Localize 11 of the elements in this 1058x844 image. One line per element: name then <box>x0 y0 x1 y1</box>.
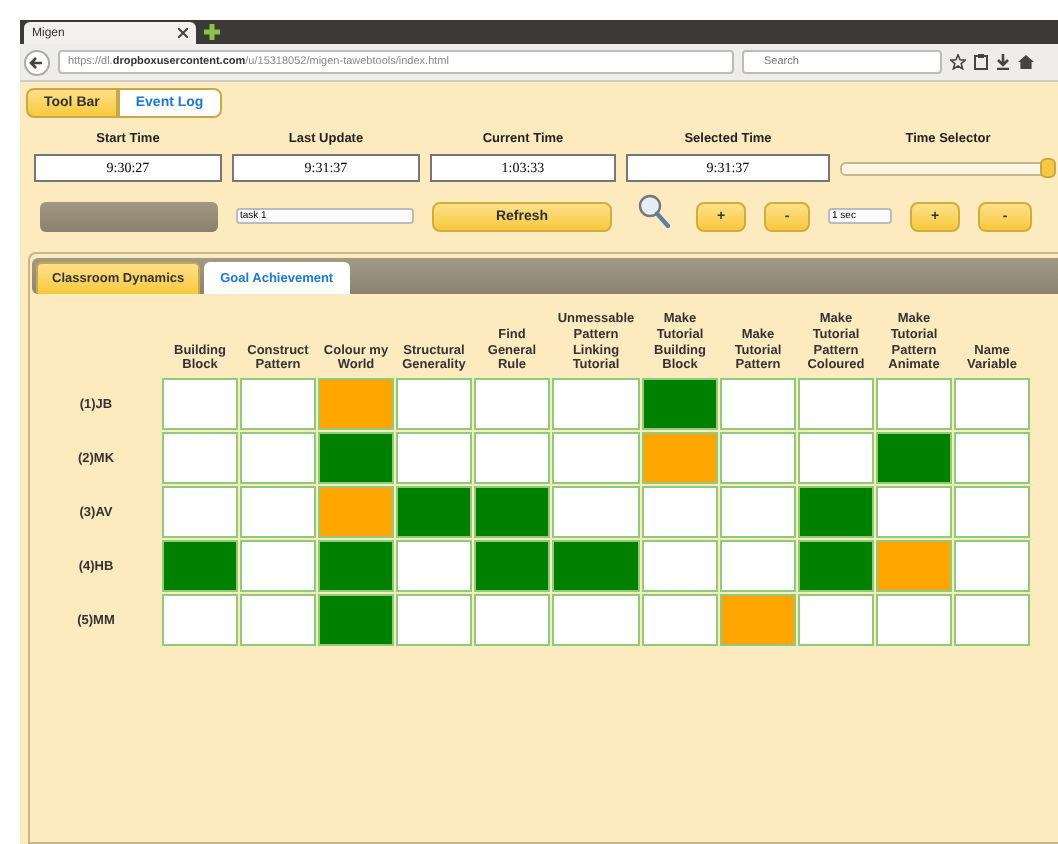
time-slider[interactable] <box>840 158 1056 178</box>
slider-thumb[interactable] <box>1040 158 1056 178</box>
close-icon[interactable] <box>178 28 188 38</box>
search-icon[interactable] <box>638 194 670 228</box>
back-arrow-icon[interactable] <box>24 49 50 75</box>
blank-button[interactable] <box>40 201 218 231</box>
star-icon[interactable] <box>950 54 966 70</box>
plus-icon[interactable] <box>204 24 220 40</box>
download-icon[interactable] <box>996 54 1010 70</box>
home-icon[interactable] <box>1018 54 1034 70</box>
clipboard-icon[interactable] <box>974 54 988 70</box>
